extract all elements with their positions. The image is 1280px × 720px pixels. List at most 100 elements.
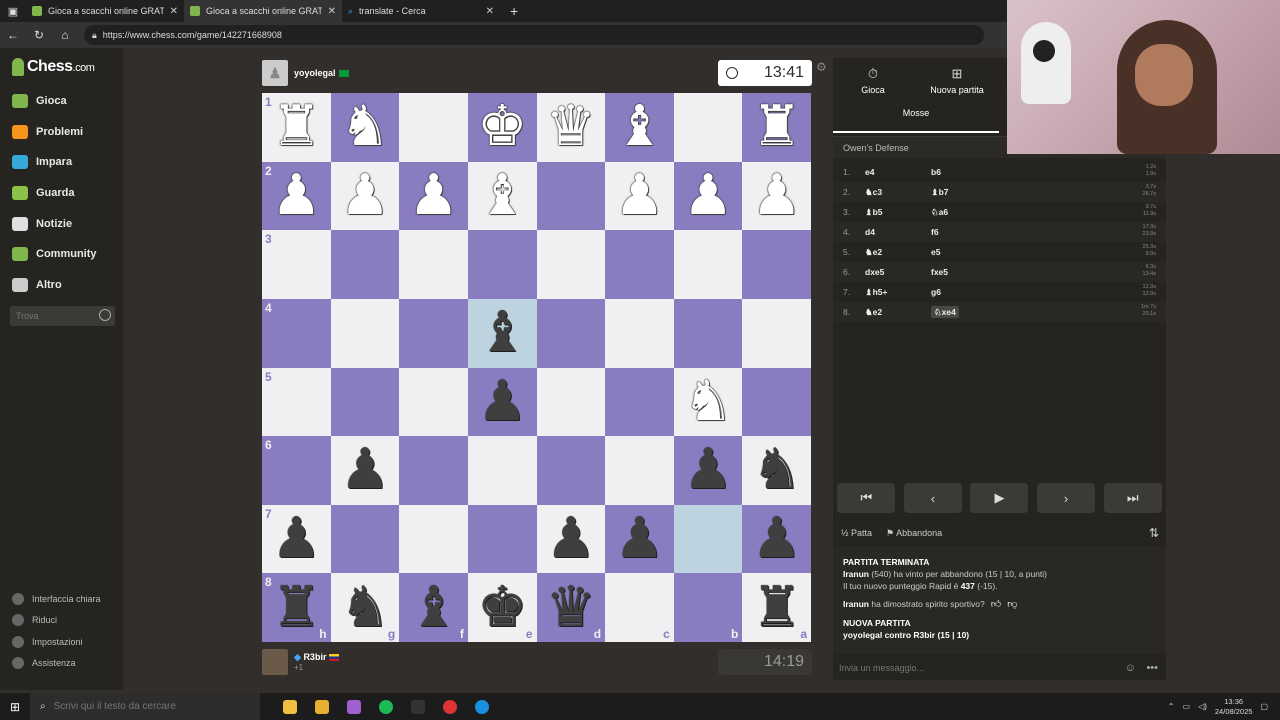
more-options-icon[interactable]: •••: [1146, 662, 1158, 674]
board-square[interactable]: ♝: [605, 93, 674, 162]
board-square[interactable]: ♞: [742, 436, 811, 505]
board-square[interactable]: [467, 230, 537, 299]
board-square[interactable]: ♟: [605, 504, 674, 574]
avatar[interactable]: [262, 649, 288, 675]
board-square[interactable]: ♟: [605, 161, 674, 231]
black-king-icon[interactable]: ♚: [477, 579, 527, 636]
close-tab-icon[interactable]: ✕: [170, 6, 178, 17]
board-square[interactable]: [742, 367, 811, 437]
board-square[interactable]: [673, 298, 743, 368]
board-square[interactable]: 2 ♟: [262, 161, 331, 231]
board-square[interactable]: [399, 93, 468, 162]
board-square[interactable]: ♟: [673, 161, 743, 231]
taskbar-app-tasks[interactable]: [274, 693, 306, 720]
white-knight-icon[interactable]: ♞: [340, 99, 390, 155]
white-king-icon[interactable]: ♚: [477, 99, 527, 155]
board-square[interactable]: ♞: [673, 367, 743, 437]
black-move[interactable]: g6: [931, 287, 1051, 297]
black-pawn-icon[interactable]: ♟: [683, 442, 733, 498]
board-square[interactable]: [330, 298, 400, 368]
chess-logo[interactable]: Chess.com: [12, 58, 95, 76]
notifications-icon[interactable]: ▢: [1260, 702, 1268, 711]
board-square[interactable]: [467, 436, 537, 505]
sidebar-item-gioca[interactable]: Gioca: [12, 94, 67, 108]
board-square[interactable]: 5: [262, 367, 331, 437]
white-pawn-icon[interactable]: ♟: [271, 167, 321, 224]
window-menu-icon[interactable]: ▣: [0, 0, 26, 22]
resign-button[interactable]: ⚑ Abbandona: [886, 528, 942, 539]
sidebar-item-problemi[interactable]: Problemi: [12, 125, 83, 139]
board-square[interactable]: [399, 436, 468, 505]
black-move[interactable]: ♘xe4: [931, 305, 1051, 318]
avatar[interactable]: ♟: [262, 60, 288, 86]
white-move[interactable]: dxe5: [865, 267, 931, 277]
white-pawn-icon[interactable]: ♟: [683, 167, 733, 224]
black-queen-icon[interactable]: ♛: [546, 579, 596, 636]
black-pawn-icon[interactable]: ♟: [477, 373, 527, 430]
black-knight-icon[interactable]: ♞: [752, 442, 802, 498]
black-bishop-icon[interactable]: ♝: [408, 579, 458, 636]
tab-gioca[interactable]: ⏱ Gioca: [833, 66, 913, 95]
black-move[interactable]: fxe5: [931, 267, 1051, 277]
board-square[interactable]: [536, 367, 606, 437]
white-rook-icon[interactable]: ♜: [752, 99, 802, 155]
thumbs-down-icon[interactable]: 👎︎: [1007, 599, 1017, 611]
board-square[interactable]: ♟: [673, 436, 743, 505]
white-bishop-icon[interactable]: ♝: [614, 99, 664, 155]
first-move-button[interactable]: ⏮: [837, 483, 896, 513]
board-square[interactable]: [536, 298, 606, 368]
board-square[interactable]: [330, 367, 400, 437]
black-move[interactable]: b6: [931, 167, 1051, 177]
black-knight-icon[interactable]: ♞: [340, 579, 390, 636]
black-pawn-icon[interactable]: ♟: [271, 511, 321, 567]
white-bishop-icon[interactable]: ♝: [477, 167, 527, 224]
sidebar-item-community[interactable]: Community: [12, 247, 97, 261]
sidebar-item-notizie[interactable]: Notizie: [12, 217, 72, 231]
white-rook-icon[interactable]: ♜: [271, 99, 321, 155]
board-square[interactable]: [742, 298, 811, 368]
board-square[interactable]: ♚: [467, 93, 537, 162]
top-player-name[interactable]: yoyolegal: [294, 68, 336, 78]
black-rook-icon[interactable]: ♜: [752, 579, 802, 636]
white-move[interactable]: ♞e2: [865, 247, 931, 258]
refresh-icon[interactable]: ↻: [32, 28, 46, 42]
chat-user[interactable]: Iranun: [843, 569, 869, 579]
search-input[interactable]: [16, 311, 96, 321]
white-move[interactable]: e4: [865, 167, 931, 177]
board-square[interactable]: g ♞: [330, 573, 400, 642]
volume-icon[interactable]: ◁): [1198, 702, 1207, 711]
black-rook-icon[interactable]: ♜: [271, 579, 321, 636]
emoji-icon[interactable]: ☺: [1125, 662, 1136, 674]
board-settings-icon[interactable]: ⚙: [816, 60, 827, 74]
light-ui-toggle[interactable]: Interfaccia chiara: [12, 593, 101, 605]
taskbar-app-epic[interactable]: [402, 693, 434, 720]
board-square[interactable]: [399, 504, 468, 574]
board-square[interactable]: [605, 367, 674, 437]
chevron-up-icon[interactable]: ⌃: [1168, 702, 1175, 711]
board-square[interactable]: [605, 436, 674, 505]
play-button[interactable]: ▶: [970, 483, 1029, 513]
board-square[interactable]: [467, 504, 537, 574]
bottom-player-name[interactable]: R3bir: [303, 652, 326, 662]
board-square[interactable]: 4: [262, 298, 331, 368]
board-square[interactable]: ♟: [330, 161, 400, 231]
help-link[interactable]: Assistenza: [12, 657, 76, 669]
taskbar-app-spotify[interactable]: [370, 693, 402, 720]
black-pawn-icon[interactable]: ♟: [340, 442, 390, 498]
thumbs-up-icon[interactable]: 👍︎: [991, 599, 1001, 611]
sidebar-item-impara[interactable]: Impara: [12, 155, 72, 169]
board-square[interactable]: [330, 504, 400, 574]
board-square[interactable]: [399, 367, 468, 437]
board-square[interactable]: ♞: [330, 93, 400, 162]
board-square[interactable]: ♟: [536, 504, 606, 574]
taskbar-app-obs[interactable]: [434, 693, 466, 720]
settings-link[interactable]: Impostazioni: [12, 636, 83, 648]
board-square[interactable]: [673, 93, 743, 162]
taskbar-search-input[interactable]: [53, 701, 234, 712]
black-bishop-icon[interactable]: ♝: [477, 305, 527, 361]
sidebar-item-altro[interactable]: Altro: [12, 278, 62, 292]
board-square[interactable]: 8 h ♜: [262, 573, 331, 642]
board-square[interactable]: [673, 230, 743, 299]
white-pawn-icon[interactable]: ♟: [614, 167, 664, 224]
board-square[interactable]: d ♛: [536, 573, 606, 642]
